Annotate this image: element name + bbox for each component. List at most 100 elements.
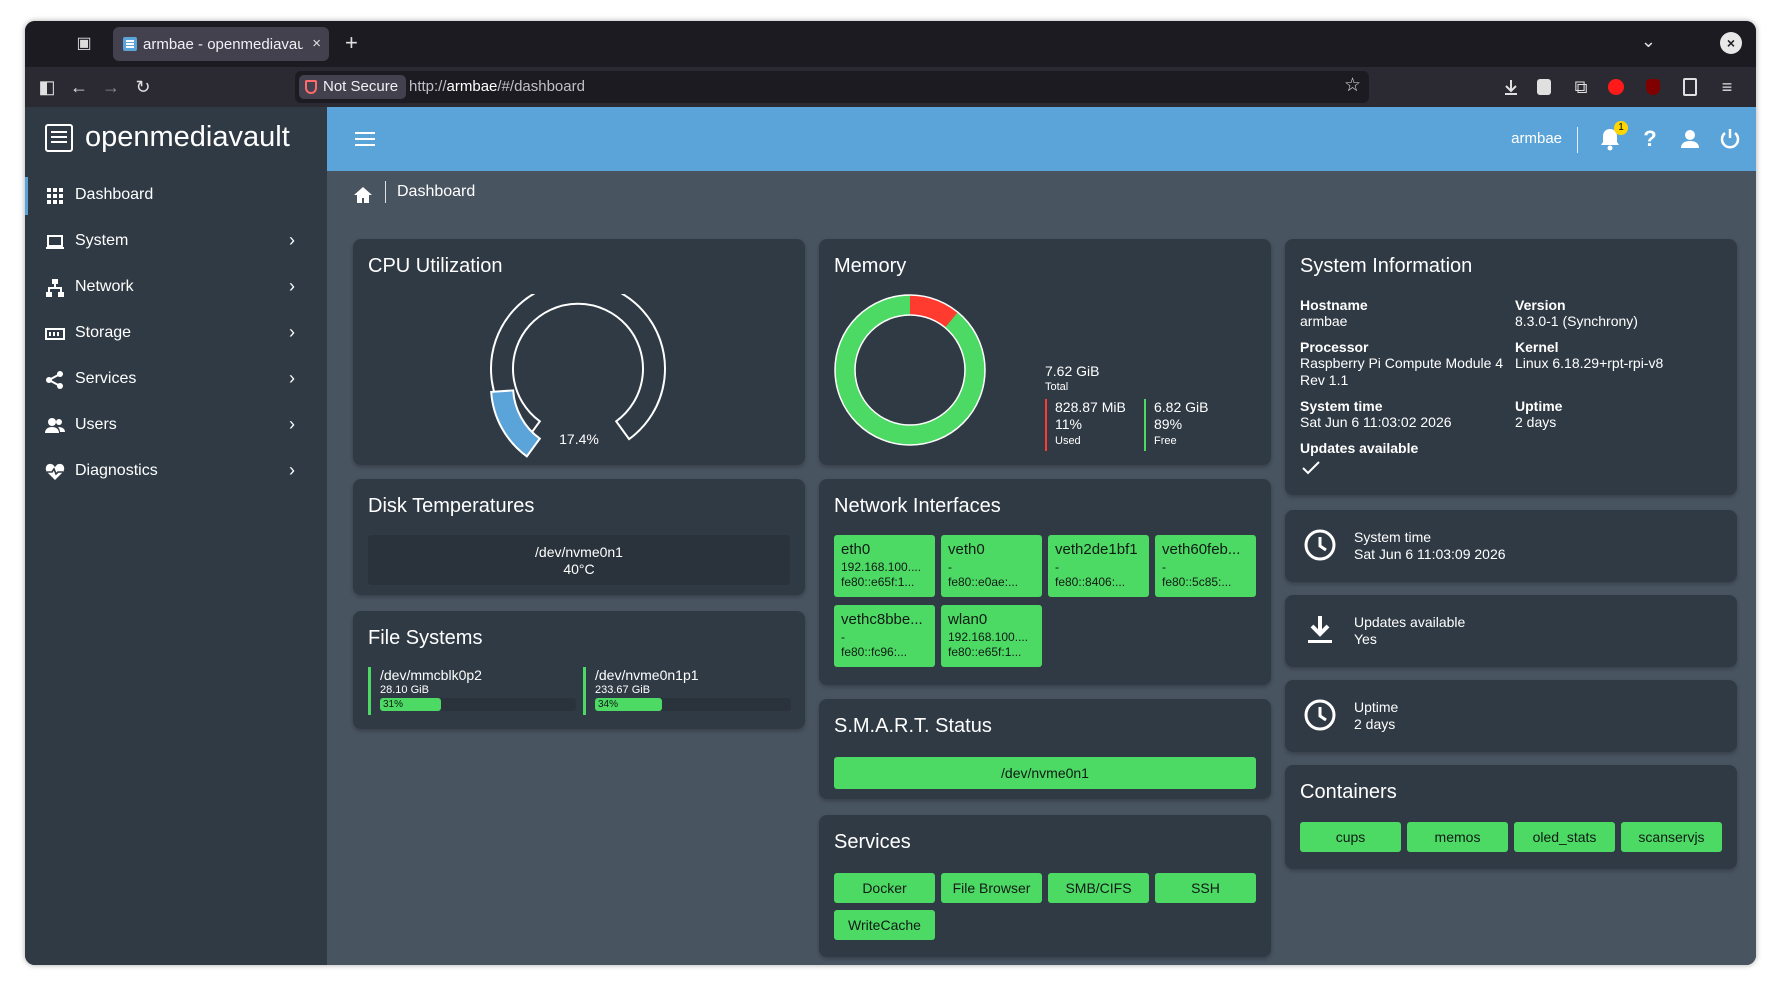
help-icon[interactable]: ? xyxy=(1636,125,1664,153)
browser-tab[interactable]: armbae - openmediavault × xyxy=(113,27,329,61)
ublock-icon[interactable] xyxy=(1646,79,1660,95)
clock-icon xyxy=(1304,529,1336,561)
heartbeat-icon xyxy=(45,463,65,480)
url-bar[interactable]: Not Secure http://armbae/#/dashboard ☆ xyxy=(295,71,1369,103)
sidebar-item-dashboard[interactable]: Dashboard xyxy=(25,173,327,219)
system-time-label: System time xyxy=(1300,398,1383,414)
processor-value: Raspberry Pi Compute Module 4 Rev 1.1 xyxy=(1300,355,1504,388)
widget-label: Updates available xyxy=(1354,614,1466,630)
network-interface-tile[interactable]: veth2de1bf1 - fe80::8406:... xyxy=(1048,535,1149,597)
service-chip[interactable]: Docker xyxy=(834,873,935,903)
tab-list-icon[interactable]: ▣ xyxy=(73,33,95,55)
tab-title: armbae - openmediavault xyxy=(143,36,303,53)
version-label: Version xyxy=(1515,297,1566,313)
network-interface-tile[interactable]: veth60feb... - fe80::5c85:... xyxy=(1155,535,1256,597)
filesystem-item: /dev/nvme0n1p1 233.67 GiB 34% xyxy=(583,667,793,715)
url-text[interactable]: http://armbae/#/dashboard xyxy=(409,78,585,95)
logo-text: openmediavault xyxy=(85,121,290,153)
fs-size: 233.67 GiB xyxy=(595,684,651,696)
back-icon[interactable]: ← xyxy=(67,75,91,99)
service-chip[interactable]: SSH xyxy=(1155,873,1256,903)
donut-outline xyxy=(854,314,966,426)
chevron-right-icon: › xyxy=(289,414,295,434)
sidebar-toggle-icon[interactable]: ◧ xyxy=(35,75,59,99)
breadcrumb: Dashboard xyxy=(327,171,1756,215)
sidebar: openmediavault Dashboard System › Networ… xyxy=(25,107,327,965)
sidebar-item-services[interactable]: Services › xyxy=(25,357,327,403)
download-icon[interactable] xyxy=(1501,77,1521,97)
card-title: S.M.A.R.T. Status xyxy=(834,715,992,737)
notification-badge: 1 xyxy=(1614,121,1628,135)
interface-name: wlan0 xyxy=(948,611,988,628)
disk-temperature: 40°C xyxy=(563,561,595,577)
checkmark-icon xyxy=(1302,461,1320,475)
network-interface-tile[interactable]: veth0 - fe80::e0ae:... xyxy=(941,535,1042,597)
network-interfaces-card: Network Interfaces eth0 192.168.100.... … xyxy=(819,479,1271,685)
memory-free-arc xyxy=(835,295,985,445)
memory-total: 7.62 GiB xyxy=(1045,363,1100,379)
container-chip[interactable]: oled_stats xyxy=(1514,822,1615,852)
version-value: 8.3.0-1 (Synchrony) xyxy=(1515,313,1638,329)
tab-close-icon[interactable]: × xyxy=(312,35,321,52)
sidebar-item-users[interactable]: Users › xyxy=(25,403,327,449)
service-chip[interactable]: File Browser xyxy=(941,873,1042,903)
sidebar-item-network[interactable]: Network › xyxy=(25,265,327,311)
card-title: Network Interfaces xyxy=(834,495,1001,517)
sidebar-item-system[interactable]: System › xyxy=(25,219,327,265)
system-time-widget: System time Sat Jun 6 11:03:09 2026 xyxy=(1285,510,1737,582)
power-icon[interactable] xyxy=(1716,125,1744,153)
processor-label: Processor xyxy=(1300,339,1369,355)
sidebar-item-label: Users xyxy=(75,416,117,433)
network-interface-tile[interactable]: vethc8bbe... - fe80::fc96:... xyxy=(834,605,935,667)
interface-ipv4: - xyxy=(1055,560,1059,574)
tab-strip: ▣ armbae - openmediavault × + ⌄ × xyxy=(25,21,1756,67)
fs-device: /dev/mmcblk0p2 xyxy=(380,667,482,683)
memory-total-label: Total xyxy=(1045,381,1069,393)
kernel-label: Kernel xyxy=(1515,339,1559,355)
network-interface-tile[interactable]: eth0 192.168.100.... fe80::e65f:1... xyxy=(834,535,935,597)
browser-window: ▣ armbae - openmediavault × + ⌄ × ◧ ← → … xyxy=(25,21,1756,965)
home-icon[interactable] xyxy=(353,185,373,205)
hamburger-menu-icon[interactable] xyxy=(355,132,375,134)
breadcrumb-divider xyxy=(385,181,386,203)
new-tab-button[interactable]: + xyxy=(345,30,358,56)
security-label: Not Secure xyxy=(323,78,399,95)
fs-percent: 34% xyxy=(598,699,619,710)
download-icon xyxy=(1308,616,1332,643)
reload-icon[interactable]: ↻ xyxy=(131,75,155,99)
container-chip[interactable]: scanservjs xyxy=(1621,822,1722,852)
fs-usage-bar: 34% xyxy=(595,698,791,711)
extension-icon[interactable] xyxy=(1537,79,1551,95)
container-chip[interactable]: memos xyxy=(1407,822,1508,852)
interface-ipv4: 192.168.100.... xyxy=(841,560,922,574)
smart-device-chip[interactable]: /dev/nvme0n1 xyxy=(834,757,1256,789)
clipboard-icon[interactable] xyxy=(1683,78,1697,96)
interface-name: veth60feb... xyxy=(1162,541,1241,558)
youtube-extension-icon[interactable] xyxy=(1608,79,1624,95)
security-indicator[interactable]: Not Secure xyxy=(299,75,407,99)
interface-ipv6: fe80::fc96:... xyxy=(841,645,908,659)
container-chip[interactable]: cups xyxy=(1300,822,1401,852)
chevron-down-icon[interactable]: ⌄ xyxy=(1641,31,1656,52)
uptime-value: 2 days xyxy=(1515,414,1557,430)
network-icon xyxy=(46,279,64,297)
sidebar-item-storage[interactable]: Storage › xyxy=(25,311,327,357)
window-close-icon[interactable]: × xyxy=(1720,32,1742,54)
filesystem-item: /dev/mmcblk0p2 28.10 GiB 31% xyxy=(368,667,576,715)
memory-free: 6.82 GiB xyxy=(1154,399,1209,415)
kernel-value: Linux 6.18.29+rpt-rpi-v8 xyxy=(1515,355,1664,371)
sidebar-item-diagnostics[interactable]: Diagnostics › xyxy=(25,449,327,495)
service-chip[interactable]: SMB/CIFS xyxy=(1048,873,1149,903)
notifications-bell-icon[interactable]: 1 xyxy=(1596,121,1628,153)
bookmark-star-icon[interactable]: ☆ xyxy=(1344,74,1361,97)
server-icon xyxy=(45,124,73,152)
menu-icon[interactable]: ≡ xyxy=(1715,75,1739,99)
free-indicator xyxy=(1144,399,1146,451)
forward-icon[interactable]: → xyxy=(99,75,123,99)
fs-usage-bar: 31% xyxy=(380,698,576,711)
network-interface-tile[interactable]: wlan0 192.168.100.... fe80::e65f:1... xyxy=(941,605,1042,667)
service-chip[interactable]: WriteCache xyxy=(834,910,935,940)
card-title: Containers xyxy=(1300,781,1397,803)
user-icon[interactable] xyxy=(1676,125,1704,153)
puzzle-icon[interactable]: ⧉ xyxy=(1569,75,1593,99)
